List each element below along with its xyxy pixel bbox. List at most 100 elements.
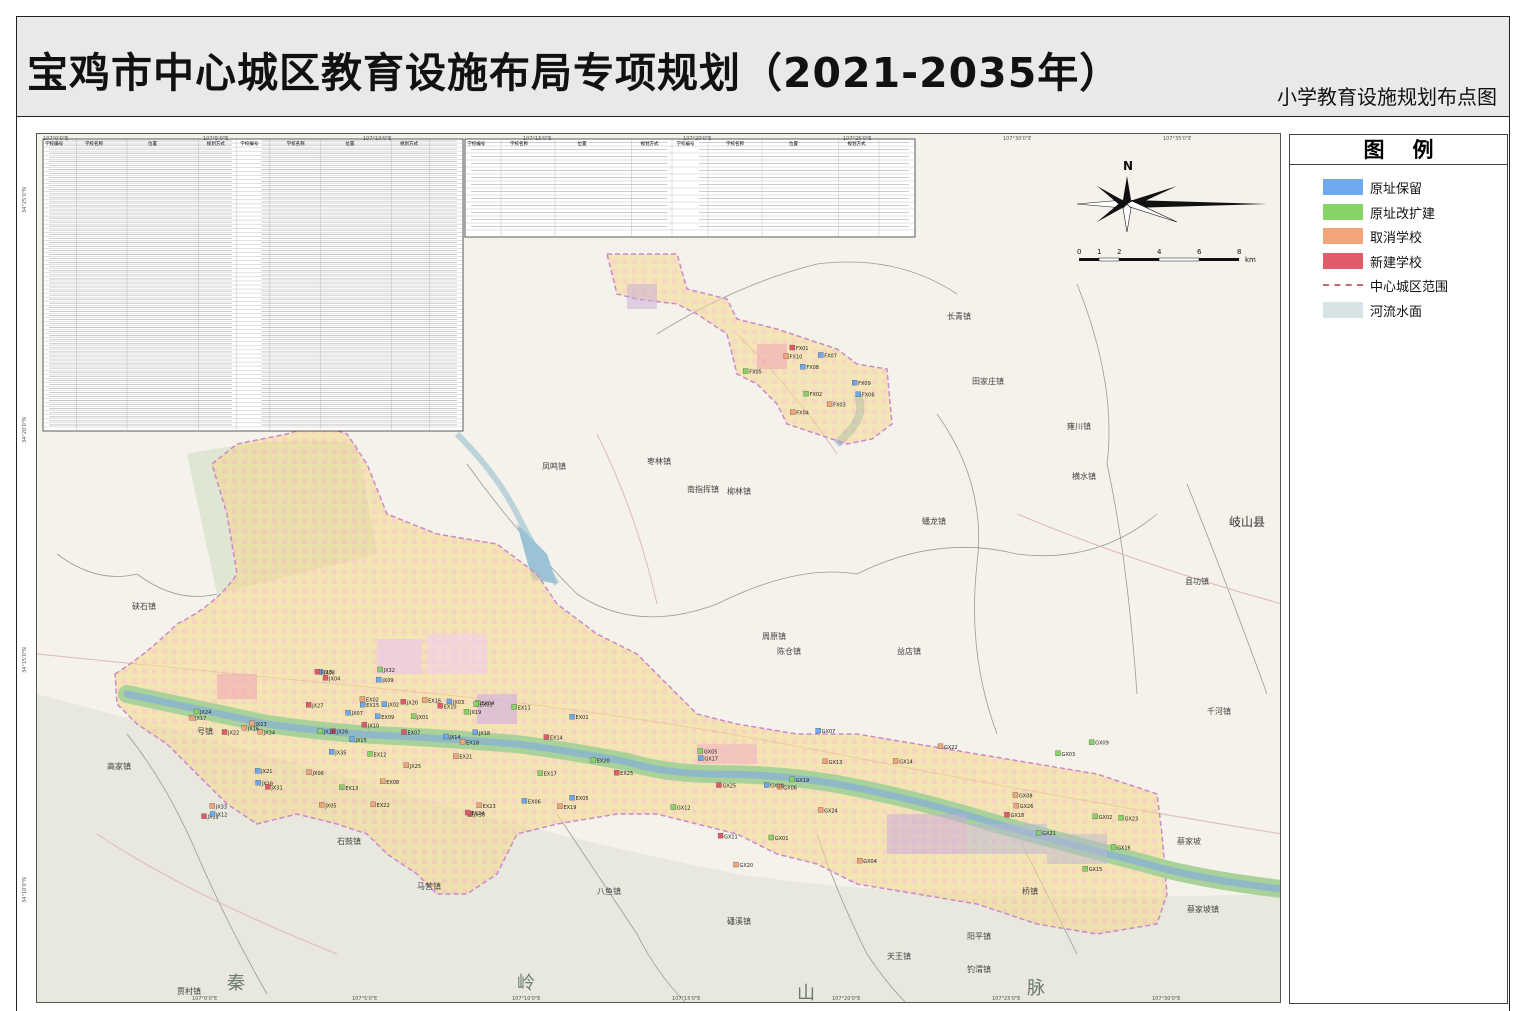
school-marker-square[interactable] bbox=[317, 728, 323, 734]
school-marker-square[interactable] bbox=[851, 380, 858, 386]
school-marker-square[interactable] bbox=[815, 727, 821, 734]
school-marker-square[interactable] bbox=[193, 708, 200, 715]
school-marker-square[interactable] bbox=[1082, 866, 1088, 872]
school-marker-square[interactable] bbox=[822, 758, 828, 764]
school-marker-square[interactable] bbox=[209, 803, 215, 809]
school-marker-square[interactable] bbox=[421, 697, 428, 703]
school-marker-square[interactable] bbox=[790, 409, 796, 415]
school-marker-square[interactable] bbox=[446, 698, 453, 705]
place-label: 桥镇 bbox=[1022, 886, 1038, 896]
school-marker-square[interactable] bbox=[375, 713, 381, 719]
school-marker-square[interactable] bbox=[1055, 750, 1061, 756]
school-code-label: EX19 bbox=[563, 805, 576, 811]
school-marker-square[interactable] bbox=[743, 368, 749, 374]
school-code-label: FX04 bbox=[796, 411, 809, 417]
school-marker-square[interactable] bbox=[376, 676, 382, 683]
school-marker-square[interactable] bbox=[380, 778, 386, 784]
school-marker-square[interactable] bbox=[768, 834, 774, 841]
school-marker-square[interactable] bbox=[614, 770, 620, 776]
school-marker-square[interactable] bbox=[322, 675, 329, 681]
school-marker-square[interactable] bbox=[241, 725, 248, 731]
school-marker-square[interactable] bbox=[857, 857, 863, 864]
school-marker-square[interactable] bbox=[381, 701, 387, 707]
school-marker-square[interactable] bbox=[221, 729, 228, 735]
school-marker-square[interactable] bbox=[716, 782, 722, 788]
mountain-label: 山 bbox=[797, 983, 815, 1003]
school-marker-square[interactable] bbox=[1110, 844, 1117, 850]
school-marker-square[interactable] bbox=[255, 780, 261, 786]
school-marker-square[interactable] bbox=[463, 709, 470, 715]
school-marker-square[interactable] bbox=[543, 734, 550, 740]
school-marker-square[interactable] bbox=[473, 701, 479, 707]
school-marker-square[interactable] bbox=[1012, 792, 1019, 798]
school-marker-square[interactable] bbox=[697, 748, 703, 754]
school-marker-square[interactable] bbox=[569, 714, 575, 720]
school-marker-square[interactable] bbox=[818, 352, 824, 358]
school-marker-square[interactable] bbox=[511, 704, 517, 710]
school-marker-square[interactable] bbox=[763, 782, 770, 788]
school-marker-square[interactable] bbox=[255, 768, 261, 774]
school-code-label: EX20 bbox=[597, 758, 610, 764]
school-marker-square[interactable] bbox=[537, 770, 543, 776]
school-marker-square[interactable] bbox=[345, 710, 351, 716]
school-marker-square[interactable] bbox=[201, 813, 207, 819]
school-marker-square[interactable] bbox=[339, 784, 345, 790]
school-marker-square[interactable] bbox=[306, 769, 312, 775]
school-marker-square[interactable] bbox=[360, 702, 366, 708]
school-marker-square[interactable] bbox=[733, 861, 739, 868]
school-marker-square[interactable] bbox=[789, 776, 795, 783]
school-marker-square[interactable] bbox=[453, 753, 459, 759]
school-marker-square[interactable] bbox=[800, 364, 806, 370]
school-marker-square[interactable] bbox=[1092, 813, 1098, 820]
school-marker-square[interactable] bbox=[377, 666, 383, 673]
school-marker-square[interactable] bbox=[367, 751, 373, 757]
school-marker-square[interactable] bbox=[1088, 739, 1095, 745]
school-marker-square[interactable] bbox=[209, 811, 216, 817]
school-marker-square[interactable] bbox=[557, 803, 563, 809]
school-marker-square[interactable] bbox=[803, 391, 809, 397]
school-marker-square[interactable] bbox=[314, 669, 321, 675]
school-marker-square[interactable] bbox=[521, 798, 528, 804]
school-marker-square[interactable] bbox=[569, 795, 575, 801]
school-marker-square[interactable] bbox=[401, 729, 407, 735]
school-marker-square[interactable] bbox=[305, 702, 312, 708]
school-marker-square[interactable] bbox=[370, 801, 376, 808]
school-marker-square[interactable] bbox=[789, 344, 795, 351]
school-marker-square[interactable] bbox=[359, 696, 366, 702]
school-marker-square[interactable] bbox=[698, 755, 704, 761]
school-marker-square[interactable] bbox=[817, 807, 824, 813]
school-marker-square[interactable] bbox=[1036, 830, 1042, 836]
school-marker-square[interactable] bbox=[1004, 812, 1010, 818]
school-marker-square[interactable] bbox=[400, 699, 406, 705]
school-marker-square[interactable] bbox=[783, 353, 789, 359]
school-marker-square[interactable] bbox=[1118, 815, 1124, 821]
school-marker-square[interactable] bbox=[476, 802, 482, 808]
school-marker-square[interactable] bbox=[188, 715, 195, 721]
school-marker-square[interactable] bbox=[826, 401, 833, 407]
school-marker-square[interactable] bbox=[349, 736, 355, 742]
school-marker-square[interactable] bbox=[855, 391, 862, 397]
school-marker-square[interactable] bbox=[670, 804, 677, 810]
school-marker-square[interactable] bbox=[1013, 802, 1019, 809]
school-marker-square[interactable] bbox=[403, 762, 409, 768]
school-marker-square[interactable] bbox=[265, 784, 271, 790]
school-marker-square[interactable] bbox=[249, 720, 255, 727]
school-code-label: JX14 bbox=[448, 735, 460, 741]
school-marker-square[interactable] bbox=[319, 802, 325, 808]
school-marker-square[interactable] bbox=[590, 757, 596, 763]
school-marker-square[interactable] bbox=[893, 758, 899, 764]
school-marker-square[interactable] bbox=[937, 743, 944, 749]
school-marker-square[interactable] bbox=[361, 722, 368, 728]
graticule-top-label: 107°15'0"E bbox=[523, 136, 551, 142]
table-header-cell: 位置 bbox=[789, 140, 798, 147]
school-marker-square[interactable] bbox=[472, 729, 478, 735]
school-marker-square[interactable] bbox=[410, 713, 417, 719]
place-label: 石鼓镇 bbox=[337, 836, 361, 846]
school-marker-square[interactable] bbox=[459, 739, 466, 745]
table-header-cell: 学校编号 bbox=[240, 140, 258, 147]
school-marker-square[interactable] bbox=[717, 833, 724, 839]
school-marker-square[interactable] bbox=[329, 749, 335, 755]
school-marker-square[interactable] bbox=[465, 809, 471, 816]
school-marker-square[interactable] bbox=[443, 733, 449, 740]
map-panel[interactable]: JX35 JX34 JX33 JX27 JX32 JX21 JX15 JX11 JX22 JX16… bbox=[36, 133, 1281, 1003]
